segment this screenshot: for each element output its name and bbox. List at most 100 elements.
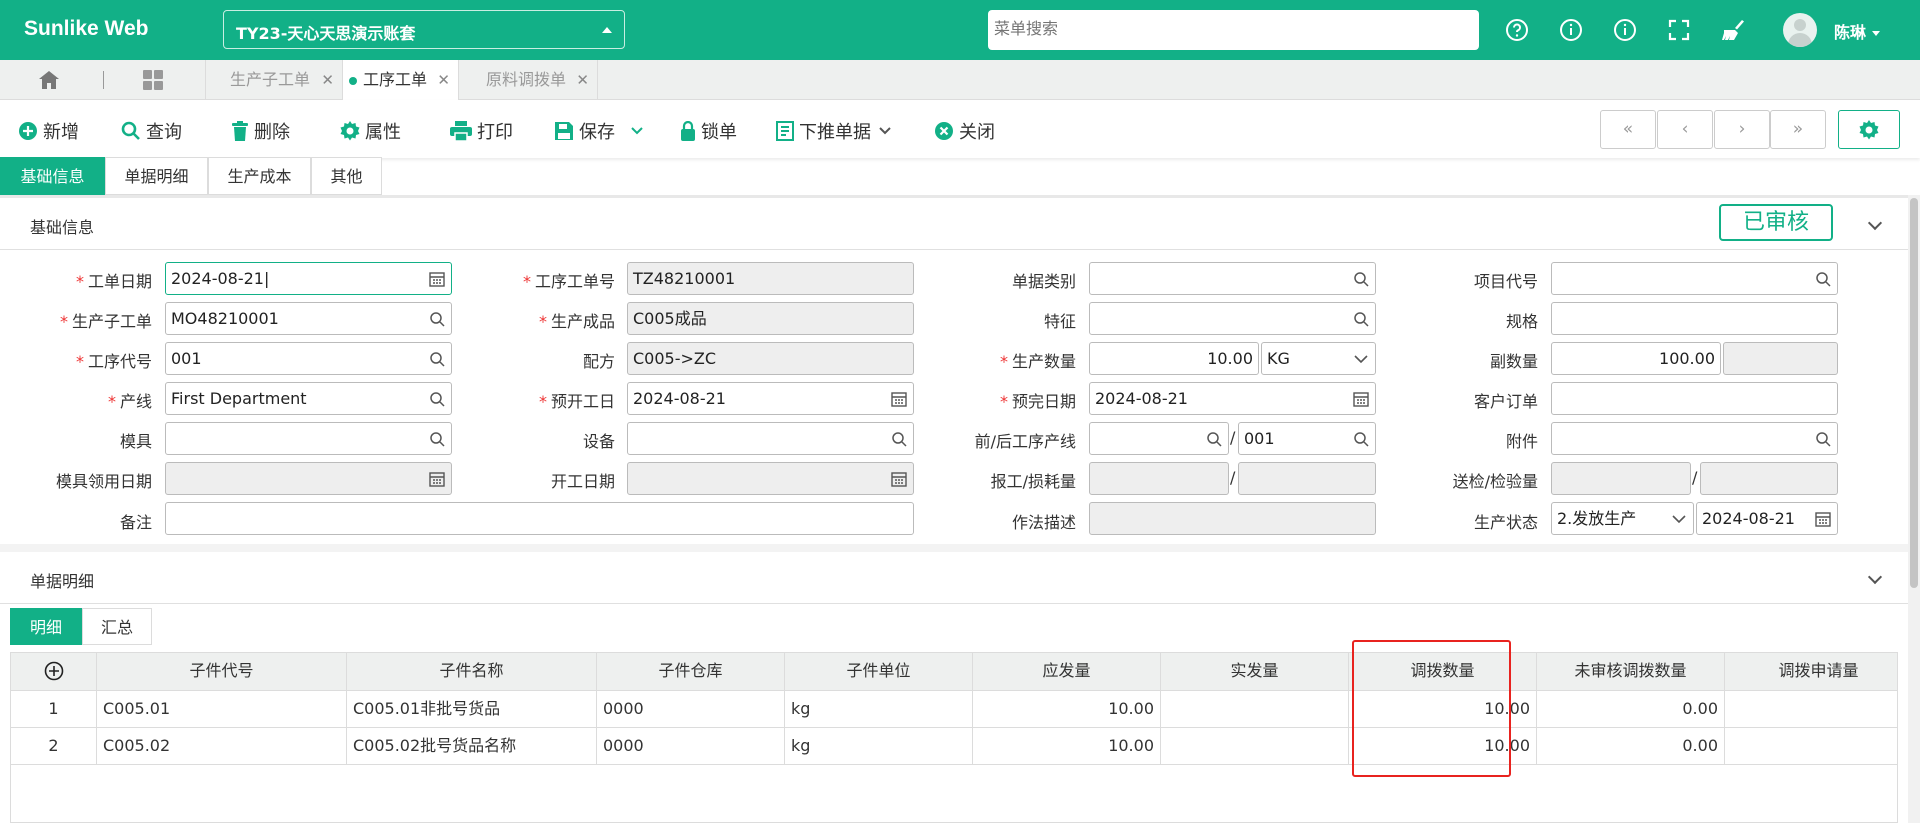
plan-finish-label: * 预完日期 — [999, 392, 1076, 411]
tab-sub-order[interactable]: 生产子工单 ✕ — [206, 60, 343, 100]
cell-warehouse[interactable]: 0000 — [597, 728, 785, 764]
cell-due-qty[interactable]: 10.00 — [973, 691, 1161, 727]
project-code-field[interactable] — [1551, 262, 1838, 295]
print-button[interactable]: 打印 — [450, 118, 513, 144]
proc-code-field[interactable]: 001 — [165, 342, 452, 375]
highlight-box — [1352, 640, 1511, 777]
cell-unaudited-qty[interactable]: 0.00 — [1537, 691, 1725, 727]
next-record-button[interactable]: › — [1714, 110, 1770, 149]
unit-select[interactable]: KG — [1261, 342, 1376, 375]
account-selector[interactable]: TY23-天心天思演示账套 — [223, 10, 625, 49]
plan-finish-field[interactable]: 2024-08-21 — [1089, 382, 1376, 415]
col-header[interactable]: 子件仓库 — [597, 653, 785, 690]
page-scrollbar[interactable] — [1908, 195, 1920, 823]
col-header[interactable]: 子件名称 — [347, 653, 597, 690]
apps-grid-icon[interactable] — [143, 70, 163, 90]
info-icon[interactable] — [1557, 16, 1585, 44]
settings-button[interactable] — [1838, 110, 1900, 149]
close-button[interactable]: 关闭 — [934, 118, 995, 144]
col-header[interactable]: 子件代号 — [97, 653, 347, 690]
feature-field[interactable] — [1089, 302, 1376, 335]
equipment-field[interactable] — [627, 422, 914, 455]
query-button[interactable]: 查询 — [121, 118, 182, 144]
help-icon[interactable] — [1503, 16, 1531, 44]
plan-start-label: * 预开工日 — [538, 392, 615, 411]
close-icon[interactable]: ✕ — [576, 60, 589, 100]
table-row[interactable]: 2 C005.02 C005.02批号货品名称 0000 kg 10.00 10… — [11, 728, 1913, 765]
col-header[interactable]: 子件单位 — [785, 653, 973, 690]
tab-material-transfer[interactable]: 原料调拨单 ✕ — [459, 60, 598, 100]
close-icon[interactable]: ✕ — [321, 60, 334, 100]
account-name: TY23-天心天思演示账套 — [236, 24, 416, 43]
about-icon[interactable] — [1611, 16, 1639, 44]
cell-unit[interactable]: kg — [785, 728, 973, 764]
cell-code[interactable]: C005.01 — [97, 691, 347, 727]
prev-record-button[interactable]: ‹ — [1657, 110, 1713, 149]
add-row-button[interactable] — [11, 653, 97, 690]
user-name[interactable]: 陈琳 — [1834, 19, 1880, 43]
clear-cache-icon[interactable] — [1719, 16, 1747, 44]
prev-line-field[interactable] — [1089, 422, 1229, 455]
calendar-icon — [891, 472, 907, 487]
col-header[interactable]: 调拨申请量 — [1725, 653, 1913, 690]
cell-due-qty[interactable]: 10.00 — [973, 728, 1161, 764]
product-label: * 生产成品 — [538, 312, 615, 331]
tab-summary[interactable]: 汇总 — [82, 608, 152, 645]
table-row[interactable]: 1 C005.01 C005.01非批号货品 0000 kg 10.00 10.… — [11, 691, 1913, 728]
lock-button[interactable]: 锁单 — [680, 118, 737, 144]
plan-start-field[interactable]: 2024-08-21 — [627, 382, 914, 415]
cell-actual-qty[interactable] — [1161, 728, 1349, 764]
basic-info-header[interactable]: 基础信息 — [0, 198, 1908, 250]
home-icon[interactable] — [38, 70, 60, 90]
tab-basic-info[interactable]: 基础信息 — [0, 157, 105, 195]
tab-prod-cost[interactable]: 生产成本 — [208, 157, 311, 195]
col-header[interactable]: 实发量 — [1161, 653, 1349, 690]
sub-order-field[interactable]: MO48210001 — [165, 302, 452, 335]
status-date-field[interactable]: 2024-08-21 — [1696, 502, 1838, 535]
cell-apply-qty[interactable] — [1725, 728, 1913, 764]
order-date-field[interactable]: 2024-08-21| — [165, 262, 452, 295]
chevron-down-icon[interactable] — [1867, 215, 1883, 231]
cell-apply-qty[interactable] — [1725, 691, 1913, 727]
cell-actual-qty[interactable] — [1161, 691, 1349, 727]
cell-warehouse[interactable]: 0000 — [597, 691, 785, 727]
new-button[interactable]: 新增 — [18, 118, 79, 144]
detail-header[interactable]: 单据明细 — [0, 552, 1908, 604]
next-line-field[interactable]: 001 — [1238, 422, 1376, 455]
push-down-button[interactable]: 下推单据 — [776, 118, 892, 144]
cell-unit[interactable]: kg — [785, 691, 973, 727]
remark-field[interactable] — [165, 502, 914, 535]
line-field[interactable]: First Department — [165, 382, 452, 415]
delete-button[interactable]: 删除 — [231, 118, 290, 144]
mold-field[interactable] — [165, 422, 452, 455]
tab-detail[interactable]: 明细 — [10, 608, 82, 645]
first-record-button[interactable]: « — [1600, 110, 1656, 149]
close-icon[interactable]: ✕ — [437, 60, 450, 100]
tab-other[interactable]: 其他 — [311, 157, 382, 195]
save-button[interactable]: 保存 — [554, 118, 644, 144]
customer-order-field[interactable] — [1551, 382, 1838, 415]
last-record-button[interactable]: » — [1770, 110, 1826, 149]
prod-status-select[interactable]: 2.发放生产 — [1551, 502, 1694, 535]
chevron-down-icon — [1672, 515, 1686, 524]
user-avatar[interactable] — [1783, 13, 1817, 47]
fullscreen-icon[interactable] — [1665, 16, 1693, 44]
cell-code[interactable]: C005.02 — [97, 728, 347, 764]
sub-order-label: * 生产子工单 — [59, 312, 152, 331]
cell-name[interactable]: C005.02批号货品名称 — [347, 728, 597, 764]
chevron-down-icon — [879, 127, 891, 135]
menu-search-input[interactable] — [988, 10, 1479, 50]
chevron-down-icon[interactable] — [1867, 569, 1883, 585]
tab-process-order[interactable]: 工序工单 ✕ — [343, 60, 459, 100]
cell-unaudited-qty[interactable]: 0.00 — [1537, 728, 1725, 764]
cell-name[interactable]: C005.01非批号货品 — [347, 691, 597, 727]
attachment-field[interactable] — [1551, 422, 1838, 455]
doc-type-field[interactable] — [1089, 262, 1376, 295]
col-header[interactable]: 未审核调拨数量 — [1537, 653, 1725, 690]
spec-field[interactable] — [1551, 302, 1838, 335]
col-header[interactable]: 应发量 — [973, 653, 1161, 690]
qty-field[interactable]: 10.00 — [1089, 342, 1259, 375]
sub-qty-field[interactable]: 100.00 — [1551, 342, 1721, 375]
properties-button[interactable]: 属性 — [340, 118, 401, 144]
tab-doc-detail[interactable]: 单据明细 — [105, 157, 208, 195]
